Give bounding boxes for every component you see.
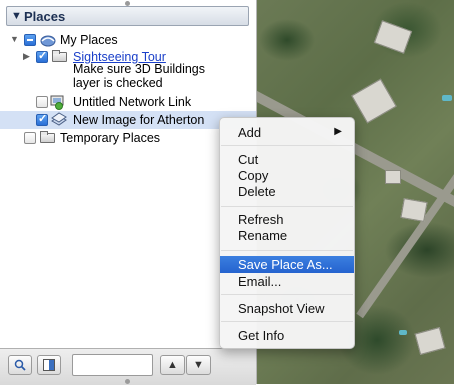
tree-row-image-overlay[interactable]: New Image for Atherton: [0, 111, 256, 129]
menu-item-label: Get Info: [238, 328, 285, 343]
menu-item-label: Snapshot View: [238, 301, 325, 316]
menu-item-label: Save Place As...: [238, 257, 333, 272]
image-overlay-icon: [51, 112, 67, 126]
house-roof: [414, 327, 446, 355]
move-down-button[interactable]: ▼: [186, 355, 211, 375]
menu-item-label: Delete: [238, 184, 276, 199]
menu-item-copy[interactable]: Copy: [220, 167, 354, 184]
tree-label: Untitled Network Link: [73, 95, 192, 109]
house-roof: [351, 78, 397, 124]
menu-item-label: Rename: [238, 228, 288, 243]
tree-row-network-link[interactable]: Untitled Network Link: [0, 93, 256, 111]
checkbox[interactable]: [24, 132, 36, 144]
tree-row-temporary-places[interactable]: Temporary Places: [0, 129, 256, 147]
search-input[interactable]: [72, 354, 153, 376]
checkbox[interactable]: [36, 96, 48, 108]
move-up-icon: ▲: [167, 359, 178, 371]
menu-separator: [221, 321, 353, 322]
pool: [399, 330, 407, 335]
context-menu: Add ▶ Cut Copy Delete Refresh Rename Sav…: [219, 117, 355, 349]
menu-item-save-place-as[interactable]: Save Place As...: [220, 256, 354, 273]
house-roof: [385, 170, 401, 184]
menu-item-get-info[interactable]: Get Info: [220, 327, 354, 344]
menu-item-snapshot-view[interactable]: Snapshot View: [220, 300, 354, 317]
menu-item-label: Email...: [238, 274, 282, 289]
menu-separator: [221, 145, 353, 146]
menu-item-email[interactable]: Email...: [220, 273, 354, 290]
collapsed-triangle-icon[interactable]: ▶: [23, 51, 30, 62]
places-header-bar[interactable]: ▼ Places: [6, 6, 249, 26]
tree-label: Temporary Places: [60, 131, 161, 145]
menu-item-rename[interactable]: Rename: [220, 227, 354, 244]
search-icon: [14, 359, 26, 371]
menu-item-label: Copy: [238, 168, 269, 183]
tree-row-my-places[interactable]: ▼ My Places: [0, 31, 256, 49]
menu-item-label: Cut: [238, 152, 259, 167]
tree-label: My Places: [60, 33, 118, 47]
submenu-arrow-icon: ▶: [334, 126, 342, 137]
my-places-icon: [40, 35, 56, 47]
folder-icon: [52, 50, 67, 62]
house-roof: [373, 20, 413, 54]
network-link-icon: [50, 95, 64, 110]
checkbox[interactable]: [24, 34, 36, 46]
sidebar-toggle-button[interactable]: [37, 355, 61, 375]
tree-note: Make sure 3D Buildings: [73, 62, 206, 76]
places-title: Places: [24, 9, 66, 24]
menu-item-cut[interactable]: Cut: [220, 151, 354, 168]
move-down-icon: ▼: [193, 359, 204, 371]
expand-triangle-icon[interactable]: ▼: [10, 34, 19, 44]
menu-item-delete[interactable]: Delete: [220, 183, 354, 200]
menu-separator: [221, 250, 353, 251]
tree-label: New Image for Atherton: [73, 113, 205, 127]
disclosure-triangle-icon[interactable]: ▼: [11, 10, 22, 22]
menu-separator: [221, 206, 353, 207]
menu-item-label: Refresh: [238, 212, 284, 227]
menu-item-refresh[interactable]: Refresh: [220, 211, 354, 228]
tree-note: layer is checked: [73, 76, 163, 90]
menu-item-label: Add: [238, 125, 262, 140]
menu-separator: [221, 294, 353, 295]
checkbox[interactable]: [36, 49, 48, 63]
pool: [442, 95, 452, 101]
checkbox[interactable]: [36, 112, 48, 126]
resize-handle[interactable]: [125, 379, 130, 384]
places-toolbar: ▲ ▼: [0, 348, 256, 385]
move-up-button[interactable]: ▲: [160, 355, 185, 375]
menu-item-add[interactable]: Add ▶: [220, 124, 354, 141]
sidebar-toggle-icon: [43, 359, 55, 371]
folder-icon: [40, 131, 55, 143]
house-roof: [400, 198, 428, 222]
places-header: ▼ Places: [0, 0, 256, 30]
search-button[interactable]: [8, 355, 32, 375]
